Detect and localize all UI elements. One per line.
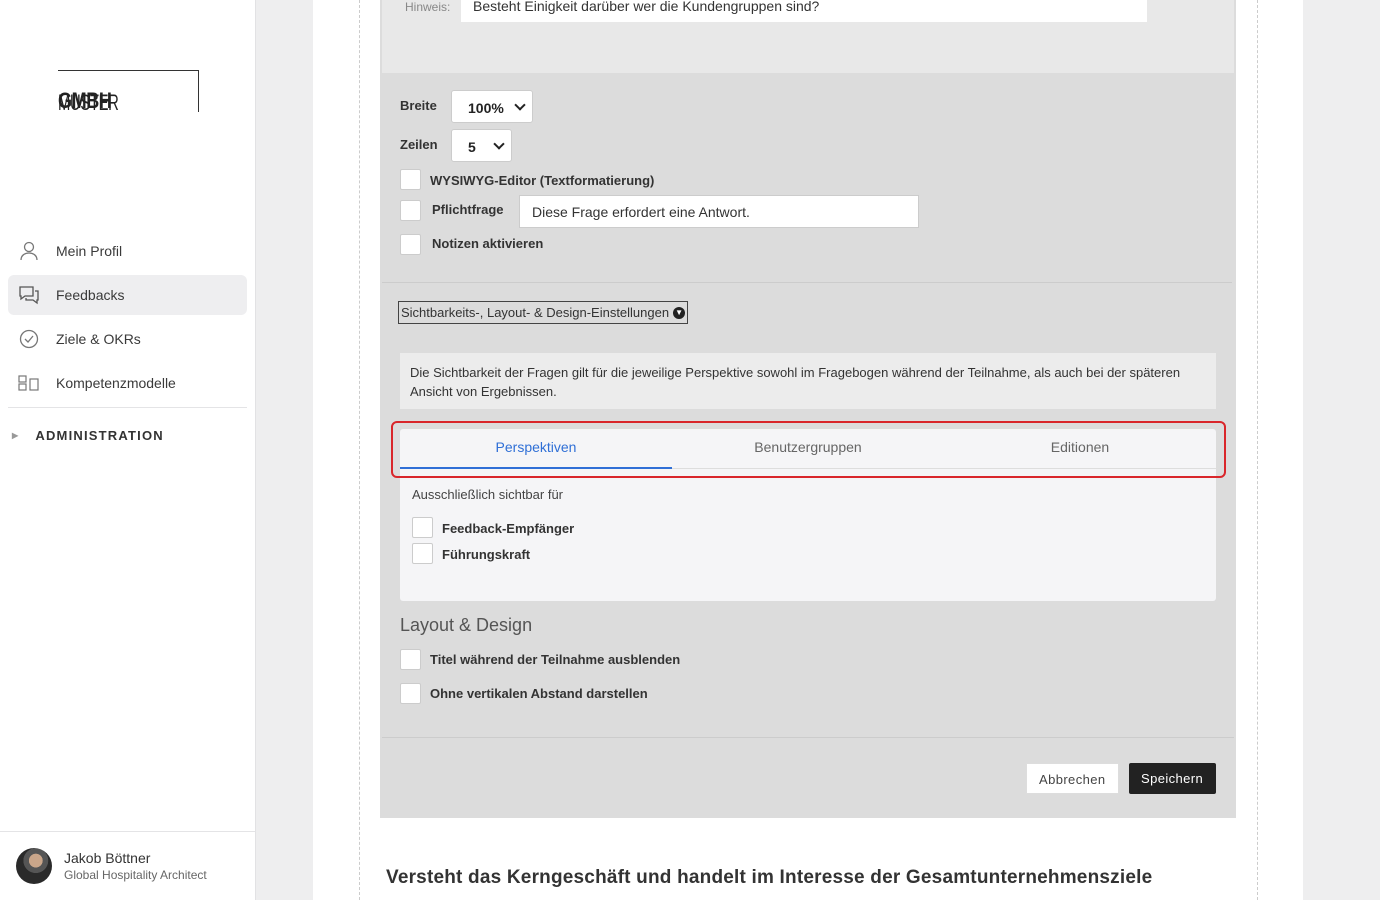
sidebar: MUSTER GMBH Mein Profil Feedbacks Ziele &… bbox=[0, 0, 256, 900]
sidebar-item-label: Feedbacks bbox=[56, 287, 125, 303]
required-message-input[interactable]: Diese Frage erfordert eine Antwort. bbox=[519, 195, 919, 228]
perspective-label: Führungskraft bbox=[442, 547, 531, 562]
rows-select-value: 5 bbox=[468, 139, 476, 155]
user-icon bbox=[18, 240, 40, 262]
hide-title-label: Titel während der Teilnahme ausblenden bbox=[430, 652, 681, 667]
wysiwyg-checkbox[interactable] bbox=[400, 169, 421, 190]
sidebar-item-administration[interactable]: ▶ ADMINISTRATION bbox=[12, 428, 164, 443]
perspective-label: Feedback-Empfänger bbox=[442, 521, 575, 536]
sidebar-nav: Mein Profil Feedbacks Ziele & OKRs Kompe… bbox=[8, 231, 247, 408]
visibility-info: Die Sichtbarkeit der Fragen gilt für die… bbox=[400, 353, 1216, 409]
caret-right-icon: ▶ bbox=[12, 431, 20, 440]
exclusive-visibility-label: Ausschließlich sichtbar für bbox=[412, 487, 563, 502]
perspective-checkbox-feedback-empfaenger[interactable] bbox=[412, 517, 433, 538]
sidebar-item-label: Mein Profil bbox=[56, 243, 123, 259]
sidebar-item-kompetenzmodelle[interactable]: Kompetenzmodelle bbox=[8, 363, 247, 403]
hide-title-checkbox[interactable] bbox=[400, 649, 421, 670]
notes-label: Notizen aktivieren bbox=[432, 236, 544, 251]
wysiwyg-label: WYSIWYG-Editor (Textformatierung) bbox=[430, 173, 655, 188]
settings-toggle-label: Sichtbarkeits-, Layout- & Design-Einstel… bbox=[401, 305, 670, 320]
admin-label: ADMINISTRATION bbox=[35, 428, 164, 443]
tab-benutzergruppen[interactable]: Benutzergruppen bbox=[672, 429, 944, 468]
company-logo[interactable]: MUSTER GMBH bbox=[58, 70, 199, 115]
user-name: Jakob Böttner bbox=[64, 850, 151, 866]
layout-design-heading: Layout & Design bbox=[400, 615, 533, 635]
check-circle-icon bbox=[18, 328, 40, 350]
hint-label: Hinweis: bbox=[405, 0, 451, 14]
blocks-icon bbox=[18, 372, 40, 394]
avatar bbox=[16, 848, 52, 884]
save-button[interactable]: Speichern bbox=[1129, 763, 1216, 794]
logo-text-light: MUSTER bbox=[58, 90, 119, 115]
chat-icon bbox=[18, 284, 40, 306]
required-checkbox[interactable] bbox=[400, 200, 421, 221]
cancel-button[interactable]: Abbrechen bbox=[1026, 763, 1119, 794]
question-title: Versteht das Kerngeschäft und handelt im… bbox=[386, 867, 1153, 888]
no-spacing-label: Ohne vertikalen Abstand darstellen bbox=[430, 686, 648, 701]
hint-input[interactable]: Besteht Einigkeit darüber wer die Kunden… bbox=[461, 0, 1147, 22]
rows-select[interactable]: 5 bbox=[451, 129, 512, 162]
divider bbox=[382, 737, 1234, 738]
sidebar-item-label: Ziele & OKRs bbox=[56, 331, 141, 347]
sidebar-item-feedbacks[interactable]: Feedbacks bbox=[8, 275, 247, 315]
divider bbox=[382, 282, 1232, 283]
width-label: Breite bbox=[400, 98, 437, 113]
chevron-down-icon bbox=[493, 138, 505, 150]
width-select[interactable]: 100% bbox=[451, 90, 533, 123]
sidebar-item-mein-profil[interactable]: Mein Profil bbox=[8, 231, 247, 271]
rows-label: Zeilen bbox=[400, 137, 438, 152]
notes-checkbox[interactable] bbox=[400, 234, 421, 255]
chevron-circle-down-icon: ▼ bbox=[673, 306, 686, 319]
chevron-down-icon bbox=[514, 99, 526, 111]
sidebar-item-ziele-okrs[interactable]: Ziele & OKRs bbox=[8, 319, 247, 359]
sidebar-item-label: Kompetenzmodelle bbox=[56, 375, 176, 391]
user-profile[interactable]: Jakob Böttner Global Hospitality Archite… bbox=[0, 831, 255, 900]
width-select-value: 100% bbox=[468, 100, 504, 116]
tab-perspektiven[interactable]: Perspektiven bbox=[400, 429, 672, 469]
required-label: Pflichtfrage bbox=[432, 202, 504, 217]
user-role: Global Hospitality Architect bbox=[64, 868, 207, 882]
tab-editionen[interactable]: Editionen bbox=[944, 429, 1216, 468]
settings-toggle[interactable]: Sichtbarkeits-, Layout- & Design-Einstel… bbox=[398, 301, 689, 324]
sidebar-divider bbox=[8, 407, 247, 408]
no-spacing-checkbox[interactable] bbox=[400, 683, 421, 704]
visibility-tabs: Perspektiven Benutzergruppen Editionen bbox=[400, 429, 1216, 469]
perspective-checkbox-fuehrungskraft[interactable] bbox=[412, 543, 433, 564]
